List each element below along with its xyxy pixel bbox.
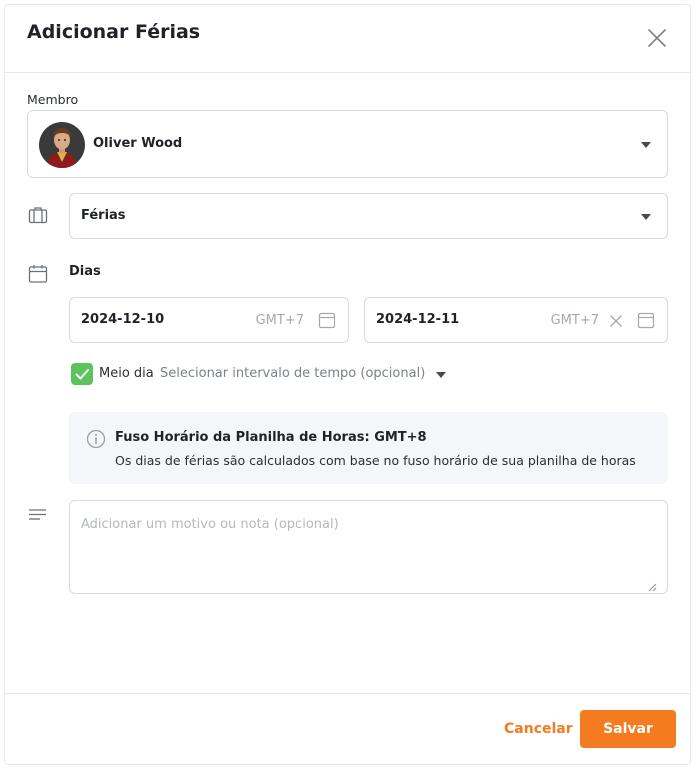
dialog-footer: Cancelar Salvar: [5, 693, 690, 764]
timezone-info-box: Fuso Horário da Planilha de Horas: GMT+8…: [69, 412, 668, 484]
time-interval-placeholder: Selecionar intervalo de tempo (opcional): [160, 366, 426, 381]
resize-handle-icon[interactable]: [648, 583, 657, 592]
calendar-icon: [28, 265, 48, 283]
calendar-icon[interactable]: [318, 311, 336, 329]
save-button[interactable]: Salvar: [580, 710, 676, 748]
notes-lines-icon: [29, 509, 46, 520]
member-select[interactable]: Oliver Wood: [27, 110, 668, 178]
end-date-value: 2024-12-11: [376, 312, 460, 327]
add-vacation-dialog: Adicionar Férias Membro Oliver Wood Féri…: [4, 4, 691, 765]
half-day-checkbox[interactable]: [71, 363, 93, 385]
half-day-label: Meio dia: [99, 366, 154, 381]
member-name: Oliver Wood: [93, 136, 183, 151]
clear-icon[interactable]: [609, 314, 623, 328]
start-timezone: GMT+7: [255, 313, 304, 328]
leave-type-select[interactable]: Férias: [69, 193, 668, 239]
check-icon: [75, 369, 89, 380]
timezone-info-description: Os dias de férias são calculados com bas…: [115, 453, 636, 468]
user-avatar: [39, 122, 85, 168]
briefcase-icon: [28, 207, 48, 224]
end-date-field[interactable]: 2024-12-11 GMT+7: [364, 297, 668, 343]
close-icon[interactable]: [646, 27, 668, 49]
leave-type-value: Férias: [81, 208, 126, 223]
end-timezone: GMT+7: [550, 313, 599, 328]
timezone-info-title: Fuso Horário da Planilha de Horas: GMT+8: [115, 430, 427, 445]
info-icon: [86, 429, 106, 449]
dialog-header: Adicionar Férias: [5, 5, 690, 73]
dialog-title: Adicionar Férias: [27, 21, 201, 43]
start-date-value: 2024-12-10: [81, 312, 165, 327]
start-date-field[interactable]: 2024-12-10 GMT+7: [69, 297, 349, 343]
member-label: Membro: [27, 92, 79, 107]
chevron-down-icon: [641, 142, 651, 148]
note-textarea[interactable]: [69, 500, 668, 594]
days-label: Dias: [69, 264, 101, 279]
chevron-down-icon: [436, 372, 446, 378]
cancel-button[interactable]: Cancelar: [496, 710, 581, 748]
calendar-icon[interactable]: [637, 311, 655, 329]
chevron-down-icon: [641, 214, 651, 220]
